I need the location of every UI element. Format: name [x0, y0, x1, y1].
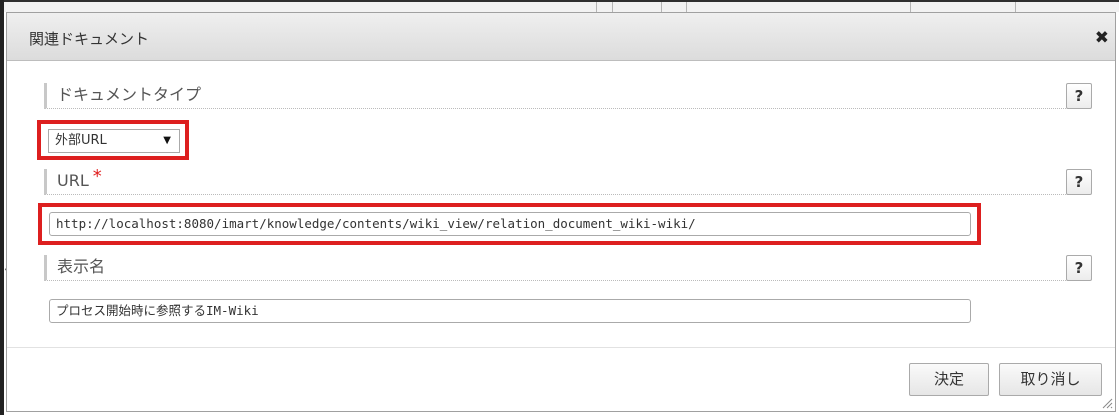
document-type-selected: 外部URL — [55, 133, 107, 148]
resize-grip-icon[interactable] — [1101, 397, 1113, 409]
document-type-select[interactable]: 外部URL ▼ — [48, 129, 180, 153]
document-type-help-button[interactable]: ? — [1066, 83, 1092, 109]
url-input[interactable]: http://localhost:8080/imart/knowledge/co… — [49, 212, 971, 236]
dialog-title: 関連ドキュメント — [29, 30, 150, 48]
url-label-text: URL — [57, 171, 89, 190]
related-document-dialog: 関連ドキュメント ✖ ドキュメントタイプ ? 外部URL ▼ URL * ? ht… — [6, 12, 1116, 412]
chevron-down-icon: ▼ — [163, 135, 171, 146]
required-mark: * — [92, 166, 102, 187]
document-type-label: ドキュメントタイプ — [44, 83, 1084, 109]
document-type-label-text: ドキュメントタイプ — [57, 85, 202, 104]
dialog-titlebar[interactable]: 関連ドキュメント ✖ — [7, 13, 1115, 61]
display-name-label: 表示名 — [44, 255, 1084, 281]
ok-button[interactable]: 決定 — [909, 363, 989, 396]
background-frame — [0, 0, 4, 415]
cancel-button[interactable]: 取り消し — [999, 363, 1102, 396]
close-icon[interactable]: ✖ — [1095, 28, 1109, 48]
url-label: URL * — [44, 166, 1084, 195]
display-name-input[interactable]: プロセス開始時に参照するIM-Wiki — [49, 299, 971, 323]
display-name-help-button[interactable]: ? — [1066, 255, 1092, 281]
url-help-button[interactable]: ? — [1066, 169, 1092, 195]
display-name-label-text: 表示名 — [57, 257, 106, 276]
background-border — [0, 0, 1119, 2]
footer-divider — [7, 347, 1115, 348]
